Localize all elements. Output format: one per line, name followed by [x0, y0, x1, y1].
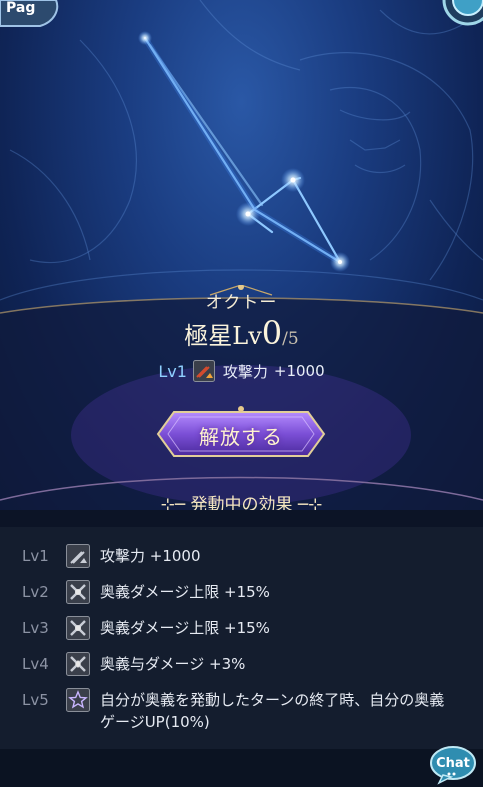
- rank-current: 0: [261, 314, 283, 352]
- ougi-cap-icon: [66, 616, 90, 640]
- current-effect: Lv1 攻撃力 +1000: [0, 360, 483, 382]
- effect-text: 攻撃力 +1000: [100, 547, 201, 565]
- summon-name: オクトー: [205, 293, 278, 313]
- menu-orb-right[interactable]: [413, 0, 483, 32]
- ornament-right-icon: ─⊹: [292, 495, 323, 510]
- attack-up-icon: [66, 544, 90, 568]
- star-icon: [66, 688, 90, 712]
- effect-text: 奥義与ダメージ +3%: [100, 655, 246, 673]
- page-tab-left[interactable]: Pag: [0, 0, 70, 32]
- effect-text: 自分が奥義を発動したターンの終了時、自分の奥義ゲージUP(10%): [100, 691, 445, 731]
- effect-level: Lv1: [22, 547, 49, 565]
- effects-list: Lv1 攻撃力 +1000 Lv2 奥義ダメージ上限 +15% Lv3 奥義ダメ…: [0, 527, 483, 749]
- list-item: Lv4 奥義与ダメージ +3%: [22, 652, 450, 676]
- effect-level: Lv2: [22, 583, 49, 601]
- rank-label: 極星Lv: [184, 322, 262, 350]
- effect-level: Lv4: [22, 655, 49, 673]
- bottom-bar: [0, 749, 483, 787]
- list-item: Lv2 奥義ダメージ上限 +15%: [22, 580, 450, 604]
- ougi-dmg-icon: [66, 652, 90, 676]
- tab-active-effects-label: 発動中の効果: [190, 495, 293, 510]
- tab-active-effects[interactable]: ⊹─ 発動中の効果 ─⊹: [0, 490, 483, 510]
- effect-text: 奥義ダメージ上限 +15%: [100, 583, 270, 601]
- list-item: Lv3 奥義ダメージ上限 +15%: [22, 616, 450, 640]
- list-item: Lv1 攻撃力 +1000: [22, 544, 450, 568]
- chat-button-label: Chat: [436, 756, 470, 771]
- rank-max: /5: [282, 329, 299, 349]
- release-button-label: 解放する: [199, 425, 283, 449]
- list-item: Lv5 自分が奥義を発動したターンの終了時、自分の奥義ゲージUP(10%): [22, 688, 450, 733]
- ougi-cap-icon: [66, 580, 90, 604]
- attack-up-icon: [192, 360, 215, 382]
- release-button[interactable]: 解放する: [150, 404, 332, 464]
- effect-level: Lv3: [22, 619, 49, 637]
- star-rank: 極星Lv0/5: [0, 314, 483, 352]
- constellation-hero: Pag オクトー 極星Lv0/5 Lv1 攻撃力 +1000 解放する ⊹─ 発…: [0, 0, 483, 510]
- chat-button[interactable]: Chat: [429, 745, 477, 785]
- effect-text: 奥義ダメージ上限 +15%: [100, 619, 270, 637]
- effect-level: Lv5: [22, 691, 49, 709]
- current-effect-name: 攻撃力: [222, 362, 268, 381]
- ornament-left-icon: ⊹─: [160, 495, 191, 510]
- svg-text:Pag: Pag: [6, 0, 35, 16]
- current-effect-value: +1000: [273, 362, 325, 380]
- current-effect-level: Lv1: [158, 361, 187, 381]
